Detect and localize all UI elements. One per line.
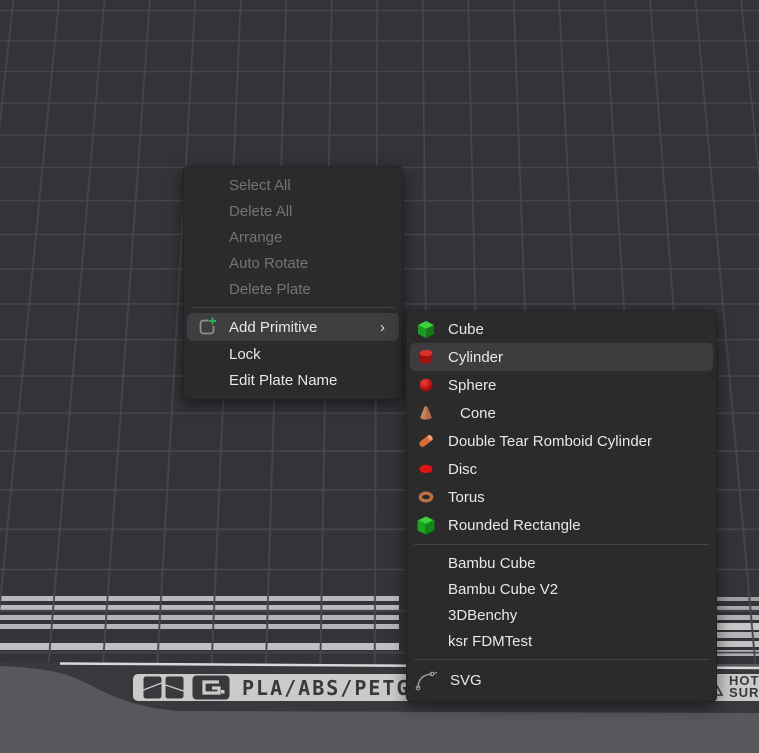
menu-item-label: Edit Plate Name [229, 372, 337, 389]
submenu-item-svg[interactable]: SVG [407, 665, 716, 695]
submenu-item-disc[interactable]: Disc [407, 455, 716, 483]
submenu-item-label: 3DBenchy [448, 607, 517, 624]
submenu-item-bambu-cube-v2[interactable]: Bambu Cube V2 [407, 576, 716, 602]
menu-item-label: Delete Plate [229, 281, 311, 298]
submenu-item-label: Sphere [448, 377, 496, 394]
submenu-item-label: SVG [450, 672, 482, 689]
submenu-item-3dbenchy[interactable]: 3DBenchy [407, 602, 716, 628]
submenu-item-label: Double Tear Romboid Cylinder [448, 433, 652, 450]
submenu-item-bambu-cube[interactable]: Bambu Cube [407, 550, 716, 576]
menu-item-label: Select All [229, 177, 291, 194]
submenu-item-cone[interactable]: Cone [407, 399, 716, 427]
slicer-viewport: PLA/ABS/PETG HOT SURFACE Select All Dele… [0, 0, 759, 753]
submenu-separator [414, 659, 709, 660]
context-menu: Select All Delete All Arrange Auto Rotat… [183, 166, 403, 400]
submenu-item-label-cone: Cone [460, 405, 496, 422]
submenu-item-label: Cylinder [448, 349, 503, 366]
cube-icon [416, 319, 436, 339]
plate-material-label: PLA/ABS/PETG [242, 676, 411, 700]
submenu-item-double-tear-romboid-cylinder[interactable]: Double Tear Romboid Cylinder [407, 427, 716, 455]
menu-item-delete-plate: Delete Plate [184, 276, 402, 302]
menu-item-label: Lock [229, 346, 261, 363]
cylinder-icon [416, 347, 436, 367]
bezier-curve-icon [414, 668, 438, 692]
menu-item-delete-all: Delete All [184, 198, 402, 224]
rounded-rectangle-icon [416, 515, 436, 535]
menu-item-label: Arrange [229, 229, 282, 246]
submenu-item-label: ksr FDMTest [448, 633, 532, 650]
submenu-item-label: Bambu Cube V2 [448, 581, 558, 598]
menu-item-select-all: Select All [184, 172, 402, 198]
cone-icon [416, 403, 436, 423]
bambu-logo [143, 676, 184, 699]
menu-item-edit-plate-name[interactable]: Edit Plate Name [184, 367, 402, 393]
sphere-icon [416, 375, 436, 395]
menu-item-add-primitive[interactable]: Add Primitive › [187, 313, 399, 341]
menu-item-auto-rotate: Auto Rotate [184, 250, 402, 276]
submenu-separator [414, 544, 709, 545]
submenu-item-label: Torus [448, 489, 485, 506]
submenu-item-sphere[interactable]: Sphere [407, 371, 716, 399]
menu-separator [191, 307, 395, 308]
double-tear-romboid-cylinder-icon [416, 431, 436, 451]
menu-item-label: Add Primitive [229, 319, 317, 336]
add-primitive-submenu: Cube Cylinder Sphere [406, 310, 717, 702]
add-primitive-icon [196, 316, 218, 338]
submenu-item-label: Bambu Cube [448, 555, 536, 572]
submenu-item-label: Cube [448, 321, 484, 338]
submenu-item-rounded-rectangle[interactable]: Rounded Rectangle [407, 511, 716, 539]
submenu-item-ksr-fdmtest[interactable]: ksr FDMTest [407, 628, 716, 654]
menu-item-arrange: Arrange [184, 224, 402, 250]
hot-surface-line2: SURFACE [729, 687, 759, 699]
submenu-item-cube[interactable]: Cube [407, 315, 716, 343]
disc-icon [416, 459, 436, 479]
submenu-item-torus[interactable]: Torus [407, 483, 716, 511]
plate-type-logo [192, 675, 230, 700]
menu-item-lock[interactable]: Lock [184, 341, 402, 367]
chevron-right-icon: › [380, 319, 385, 336]
menu-item-label: Delete All [229, 203, 292, 220]
menu-item-label: Auto Rotate [229, 255, 308, 272]
submenu-item-cylinder[interactable]: Cylinder [410, 343, 713, 371]
torus-icon [416, 487, 436, 507]
submenu-item-label: Disc [448, 461, 477, 478]
submenu-item-label: Rounded Rectangle [448, 517, 581, 534]
